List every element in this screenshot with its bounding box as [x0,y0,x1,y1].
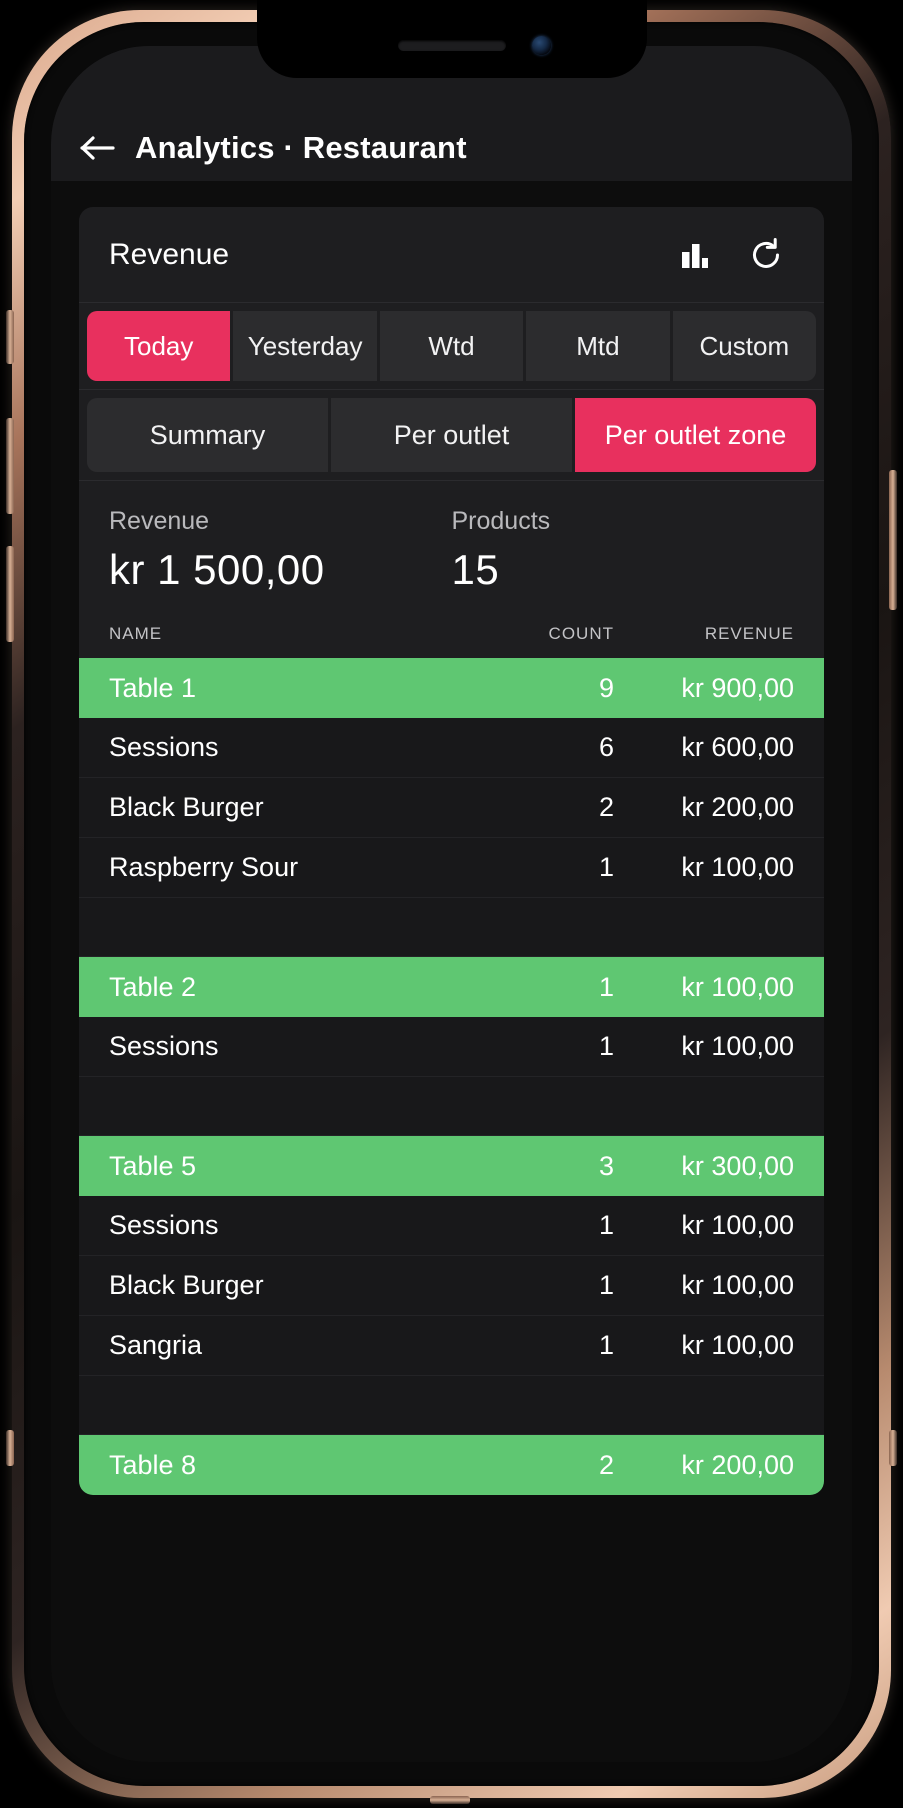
cell-name: Sessions [109,732,219,762]
refresh-button[interactable] [738,227,794,283]
earpiece-speaker [397,40,506,51]
cell-count: 2 [598,792,614,822]
cell-count: 2 [598,1449,614,1480]
table-row[interactable]: Sangria 1 kr 100,00 [79,1316,824,1376]
cell-revenue: kr 100,00 [681,1031,794,1061]
tab-wtd[interactable]: Wtd [379,311,524,381]
table-row[interactable]: Raspberry Sour 1 kr 100,00 [79,838,824,898]
cell-revenue: kr 100,00 [681,852,794,882]
cell-revenue: kr 200,00 [681,1449,794,1480]
mute-switch[interactable] [6,310,14,364]
card-title: Revenue [109,237,230,271]
tab-summary[interactable]: Summary [87,398,328,472]
table-group-row[interactable]: Table 1 9 kr 900,00 [79,658,824,718]
tab-mtd[interactable]: Mtd [526,311,670,381]
tab-today[interactable]: Today [87,311,231,381]
volume-down-button[interactable] [6,546,14,642]
cell-revenue: kr 100,00 [681,971,794,1002]
cell-count: 9 [598,672,614,703]
cell-name: Black Burger [109,792,264,822]
cell-revenue: kr 600,00 [681,732,794,762]
cell-name: Table 1 [109,672,197,703]
cell-name: Table 2 [109,971,197,1002]
cell-revenue: kr 300,00 [681,1150,794,1181]
table-header: NAME COUNT REVENUE [79,612,824,658]
power-button[interactable] [889,470,897,610]
cell-count: 1 [598,852,614,882]
table-body: Table 1 9 kr 900,00 Sessions 6 kr 600,00 Black… [79,658,824,1495]
cell-count: 3 [598,1150,614,1181]
tab-yesterday[interactable]: Yesterday [233,311,377,381]
scope-tabs: Summary Per outlet Per outlet zone [79,390,824,481]
column-header-name: NAME [109,624,163,643]
back-button[interactable] [51,133,135,163]
kpi-revenue-label: Revenue [109,507,210,535]
frame-antenna-left [6,1430,14,1466]
chart-toggle-button[interactable] [668,227,724,283]
cell-revenue: kr 100,00 [681,1210,794,1240]
cell-count: 1 [598,1031,614,1061]
kpi-products-value: 15 [451,546,500,593]
kpi-products-label: Products [451,507,551,535]
table-row[interactable]: Black Burger 2 kr 200,00 [79,778,824,838]
kpi-revenue: Revenue kr 1 500,00 [109,507,452,594]
bar-chart-icon [682,243,708,268]
column-header-revenue: REVENUE [704,624,794,643]
cell-revenue: kr 100,00 [681,1330,794,1360]
cell-revenue: kr 900,00 [681,672,794,703]
notch [256,0,647,78]
refresh-icon [753,237,779,268]
table-row-spacer [79,1077,824,1136]
frame-antenna-bottom [430,1796,470,1804]
table-group-row[interactable]: Table 2 1 kr 100,00 [79,957,824,1017]
phone-screen: Analytics · Restaurant Revenue Today Yes… [51,46,852,1762]
cell-name: Sangria [109,1330,203,1360]
period-tabs: Today Yesterday Wtd Mtd Custom [79,303,824,390]
revenue-card: Revenue Today Yesterday Wtd Mtd Custom S… [79,207,824,1495]
table-row[interactable]: Sessions 1 kr 100,00 [79,1196,824,1256]
cell-name: Sessions [109,1031,219,1061]
cell-name: Sessions [109,1210,219,1240]
table-row[interactable]: Sessions 6 kr 600,00 [79,718,824,778]
cell-name: Black Burger [109,1270,264,1300]
kpi-row: Revenue kr 1 500,00 Products 15 [79,481,824,612]
tab-per-outlet-zone[interactable]: Per outlet zone [575,398,816,472]
table-row-spacer [79,898,824,957]
frame-antenna-right [889,1430,897,1466]
analytics-app: Analytics · Restaurant Revenue Today Yes… [51,46,852,1762]
card-header: Revenue [79,207,824,303]
tab-custom[interactable]: Custom [672,311,817,381]
arrow-left-icon [80,136,115,160]
cell-count: 1 [598,1330,614,1360]
cell-name: Table 5 [109,1150,197,1181]
cell-name: Raspberry Sour [109,852,299,882]
cell-count: 6 [598,732,614,762]
table-group-row[interactable]: Table 5 3 kr 300,00 [79,1136,824,1196]
column-header-count: COUNT [548,624,614,643]
table-group-row[interactable]: Table 8 2 kr 200,00 [79,1435,824,1495]
cell-count: 1 [598,971,614,1002]
tab-per-outlet[interactable]: Per outlet [331,398,572,472]
cell-revenue: kr 200,00 [681,792,794,822]
volume-up-button[interactable] [6,418,14,514]
kpi-products: Products 15 [452,507,795,594]
cell-count: 1 [598,1270,614,1300]
cell-name: Table 8 [109,1449,197,1480]
cell-count: 1 [598,1210,614,1240]
cell-revenue: kr 100,00 [681,1270,794,1300]
front-camera-icon [531,36,551,55]
page-title: Analytics · Restaurant [135,130,467,165]
kpi-revenue-value: kr 1 500,00 [109,546,325,593]
phone-frame: Analytics · Restaurant Revenue Today Yes… [0,0,903,1808]
table-row-spacer [79,1376,824,1435]
table-row[interactable]: Black Burger 1 kr 100,00 [79,1256,824,1316]
table-row[interactable]: Sessions 1 kr 100,00 [79,1017,824,1077]
